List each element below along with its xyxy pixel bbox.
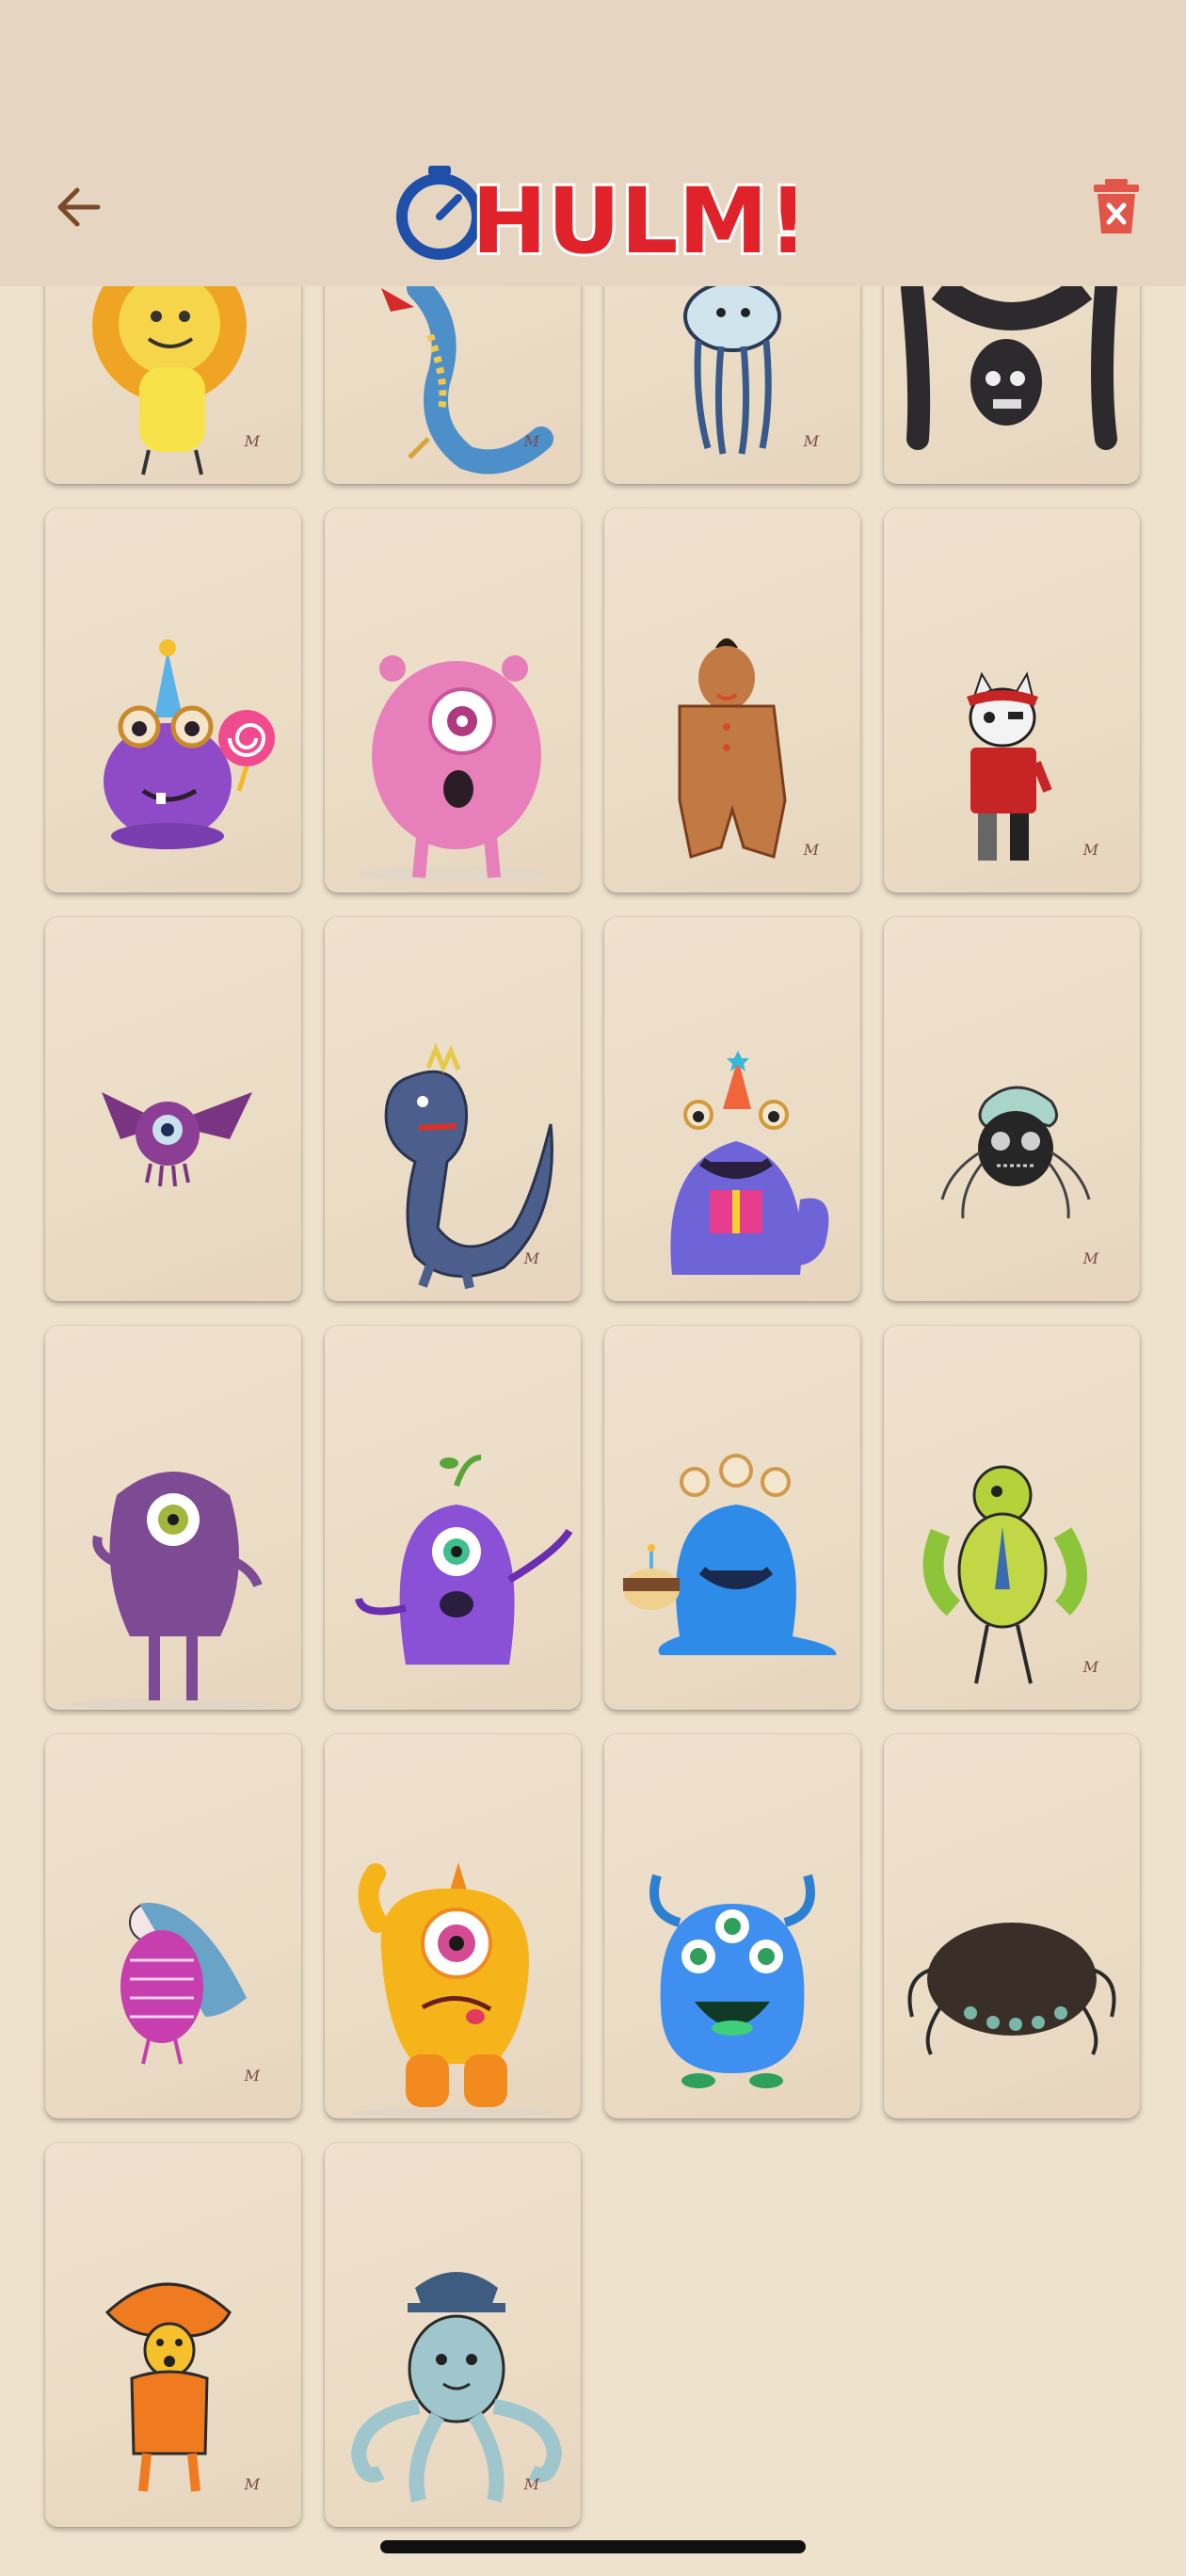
monster-card-blue-three-eyed[interactable] [604, 1734, 860, 2118]
party-gift-monster-icon [670, 1051, 829, 1275]
three-eyed-monster-icon [649, 1874, 815, 2088]
artist-signature: M [803, 432, 819, 450]
monster-card-gingerbread[interactable]: M [604, 508, 860, 893]
party-monster-icon [104, 639, 275, 849]
bat-eye-monster-icon [102, 1092, 252, 1187]
artist-signature: M [244, 2475, 260, 2493]
monster-card-orange-mushroom[interactable]: M [45, 2143, 301, 2527]
monster-card-bat-eye[interactable] [45, 917, 301, 1301]
monster-card-blue-dinosaur[interactable]: M [325, 917, 581, 1301]
monster-card-purple-party[interactable] [45, 508, 301, 893]
artist-signature: M [1082, 841, 1098, 859]
slime-monster-icon [623, 1454, 837, 1655]
home-indicator[interactable] [380, 2540, 806, 2553]
monster-card-purple-sprout[interactable] [325, 1326, 581, 1710]
artist-signature: M [523, 2475, 539, 2493]
sprout-monster-icon [355, 1455, 573, 1665]
top-app-bar: HULM! [0, 0, 1186, 286]
logo-wordmark: HULM! [472, 169, 795, 273]
monster-card-orange-furry[interactable] [325, 1734, 581, 2118]
artist-signature: M [1082, 1249, 1098, 1267]
artist-signature: M [1082, 1658, 1098, 1676]
monster-card-blue-octopus[interactable]: M [325, 2143, 581, 2527]
spider-creature-icon [940, 1086, 1091, 1219]
monster-card-blue-party[interactable] [604, 917, 860, 1301]
monster-card-purple-cyclops[interactable] [45, 1326, 301, 1710]
monster-card-blue-slime[interactable] [604, 1326, 860, 1710]
purple-cyclops-icon [70, 1472, 277, 1710]
gingerbread-monster-icon [678, 638, 787, 859]
monster-card-black-spider-creature[interactable]: M [884, 917, 1140, 1301]
arrow-left-icon [57, 187, 101, 227]
monster-card-dark-spider[interactable] [884, 1734, 1140, 2118]
artist-signature: M [523, 432, 539, 450]
octopus-monster-icon [350, 2272, 563, 2503]
pink-monster-icon [359, 655, 547, 881]
artist-signature: M [244, 2067, 260, 2085]
trash-delete-icon [1094, 179, 1139, 233]
dark-spider-icon [907, 1923, 1116, 2055]
artist-signature: M [523, 1249, 539, 1267]
stopwatch-logo-icon: HULM! [396, 166, 812, 277]
monster-card-pink-cyclops[interactable] [325, 508, 581, 893]
green-bird-monster-icon [922, 1465, 1087, 1684]
back-button[interactable] [49, 177, 109, 237]
dinosaur-monster-icon [384, 1042, 553, 1290]
monster-card-pink-bird[interactable]: M [45, 1734, 301, 2118]
pink-bird-monster-icon [120, 1903, 247, 2065]
orange-furry-monster-icon [353, 1862, 553, 2118]
artist-signature: M [244, 432, 260, 450]
monster-gallery-grid: M M M M M M M M M M M [0, 0, 1186, 2576]
monster-card-pirate-cat[interactable]: M [884, 508, 1140, 893]
mushroom-monster-icon [104, 2282, 232, 2492]
pirate-cat-icon [967, 671, 1052, 861]
artist-signature: M [803, 841, 819, 859]
app-logo: HULM! [391, 154, 812, 277]
delete-button[interactable] [1092, 179, 1141, 235]
monster-card-green-bird[interactable]: M [884, 1326, 1140, 1710]
